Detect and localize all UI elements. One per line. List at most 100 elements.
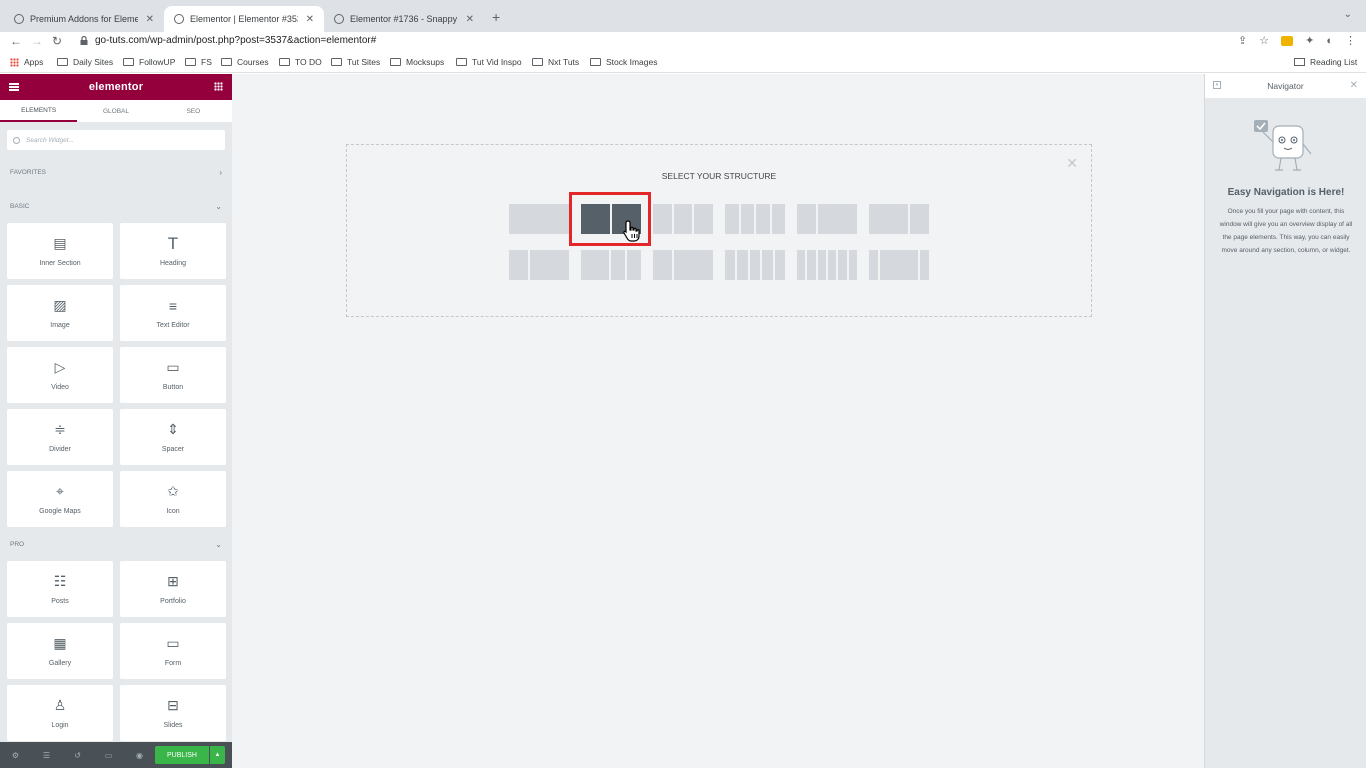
close-icon[interactable]: ✕ xyxy=(1066,155,1078,172)
share-icon[interactable]: ⇪ xyxy=(1238,34,1247,47)
navigator-illustration xyxy=(1254,120,1312,171)
widget-video[interactable]: ▷ Video xyxy=(7,347,113,403)
widget-inner-section[interactable]: ▤ Inner Section xyxy=(7,223,113,279)
structure-preset-6col[interactable] xyxy=(797,250,857,280)
structure-preset-25-50-25[interactable] xyxy=(653,250,713,280)
widget-portfolio[interactable]: ⊞ Portfolio xyxy=(120,561,226,617)
widget-login[interactable]: ♙ Login xyxy=(7,685,113,741)
search-widget-input[interactable]: Search Widget... xyxy=(7,130,225,150)
structure-preset-3col[interactable] xyxy=(653,204,714,234)
tab-title: Premium Addons for Elementor xyxy=(30,14,138,24)
widget-divider[interactable]: ≑ Divider xyxy=(7,409,113,465)
url-field[interactable]: go-tuts.com/wp-admin/post.php?post=3537&… xyxy=(95,35,376,46)
reload-icon[interactable]: ↻ xyxy=(52,34,62,48)
chevron-down-icon: ⌄ xyxy=(215,539,222,549)
browser-tab[interactable]: Elementor #1736 - Snappy Spo ✕ xyxy=(324,6,484,32)
widgets-grid-icon[interactable] xyxy=(214,82,223,91)
video-icon: ▷ xyxy=(54,359,66,375)
structure-preset-16-66-16[interactable] xyxy=(869,250,929,280)
widget-google-maps[interactable]: ⌖ Google Maps xyxy=(7,471,113,527)
close-tab-icon[interactable]: ✕ xyxy=(306,14,314,25)
widget-form[interactable]: ▭ Form xyxy=(120,623,226,679)
lock-icon xyxy=(80,36,88,45)
chevron-down-icon: ⌄ xyxy=(215,201,222,211)
reading-list[interactable]: Reading List xyxy=(1294,57,1357,67)
globe-icon xyxy=(14,14,24,24)
widget-spacer[interactable]: ⇕ Spacer xyxy=(120,409,226,465)
structure-preset-33-66[interactable] xyxy=(797,204,857,234)
folder-icon xyxy=(331,58,342,66)
folder-icon xyxy=(185,58,196,66)
browser-tab[interactable]: Premium Addons for Elementor ✕ xyxy=(4,6,164,32)
browser-menu-icon[interactable]: ⋮ xyxy=(1345,34,1356,47)
widget-text-editor[interactable]: ≡ Text Editor xyxy=(120,285,226,341)
widget-heading[interactable]: T Heading xyxy=(120,223,226,279)
history-icon[interactable]: ↺ xyxy=(62,751,93,760)
profile-icon[interactable]: ◐ xyxy=(1326,35,1333,47)
bookmark-star-icon[interactable]: ☆ xyxy=(1259,34,1269,47)
structure-title: SELECT YOUR STRUCTURE xyxy=(661,171,777,181)
structure-preset-66-33[interactable] xyxy=(869,204,929,234)
bookmark-folder[interactable]: Daily Sites xyxy=(57,57,113,67)
widget-slides[interactable]: ⊟ Slides xyxy=(120,685,226,741)
widget-gallery[interactable]: ▦ Gallery xyxy=(7,623,113,679)
bookmark-folder[interactable]: Stock Images xyxy=(590,57,658,67)
responsive-mode-icon[interactable]: ▭ xyxy=(93,751,124,760)
publish-button[interactable]: PUBLISH xyxy=(155,746,209,764)
tab-title: Elementor #1736 - Snappy Spo xyxy=(350,14,458,24)
new-tab-button[interactable]: + xyxy=(492,9,500,25)
widget-posts[interactable]: ☷ Posts xyxy=(7,561,113,617)
bookmark-folder[interactable]: TO DO xyxy=(279,57,322,67)
category-favorites[interactable]: FAVORITES › xyxy=(0,155,232,189)
bookmark-folder[interactable]: Tut Sites xyxy=(331,57,380,67)
panel-header: elementor xyxy=(0,74,232,100)
back-arrow-icon[interactable]: ← xyxy=(10,34,22,48)
apps-grid-icon xyxy=(10,57,19,67)
browser-tab-bar: Premium Addons for Elementor ✕ Elementor… xyxy=(0,0,1366,32)
close-tab-icon[interactable]: ✕ xyxy=(146,14,154,25)
widget-image[interactable]: ▨ Image xyxy=(7,285,113,341)
browser-tab-active[interactable]: Elementor | Elementor #3537 ✕ xyxy=(164,6,324,32)
tab-search-chevron-icon[interactable]: ⌄ xyxy=(1344,9,1352,20)
publish-options-caret-icon[interactable]: ▲ xyxy=(210,746,225,764)
close-tab-icon[interactable]: ✕ xyxy=(466,14,474,25)
chevron-right-icon: › xyxy=(219,167,222,177)
slides-icon: ⊟ xyxy=(167,697,179,713)
structure-preset-25-25-50[interactable] xyxy=(509,250,569,280)
folder-icon xyxy=(57,58,68,66)
structure-preset-5col[interactable] xyxy=(725,250,786,280)
collapse-all-icon[interactable]: ▾ xyxy=(1213,81,1221,89)
divider-icon: ≑ xyxy=(54,421,66,437)
elementor-logo: elementor xyxy=(88,81,144,93)
bookmark-apps[interactable]: Apps xyxy=(10,57,43,67)
bookmark-folder[interactable]: Mocksups xyxy=(390,57,444,67)
tab-elements[interactable]: ELEMENTS xyxy=(0,100,78,122)
structure-preset-50-25-25[interactable] xyxy=(581,250,641,280)
hamburger-menu-icon[interactable] xyxy=(9,83,19,91)
extensions-puzzle-icon[interactable]: ✦ xyxy=(1305,34,1314,47)
structure-preset-4col[interactable] xyxy=(725,204,785,234)
tab-seo[interactable]: SEO xyxy=(155,100,232,122)
text-editor-icon: ≡ xyxy=(168,297,178,314)
tab-global[interactable]: GLOBAL xyxy=(77,100,154,122)
widget-button[interactable]: ▭ Button xyxy=(120,347,226,403)
preview-eye-icon[interactable]: ◉ xyxy=(124,751,155,760)
bookmarks-bar: Apps Daily Sites FollowUP FS Courses TO … xyxy=(0,52,1366,73)
navigator-layers-icon[interactable]: ☰ xyxy=(31,751,62,760)
bookmark-folder[interactable]: Tut Vid Inspo xyxy=(456,57,522,67)
bookmark-folder[interactable]: Nxt Tuts xyxy=(532,57,579,67)
extension-icon[interactable] xyxy=(1281,35,1294,46)
bookmark-folder[interactable]: FS xyxy=(185,57,212,67)
folder-icon xyxy=(532,58,543,66)
category-basic[interactable]: BASIC ⌄ xyxy=(0,189,232,223)
bookmark-folder[interactable]: Courses xyxy=(221,57,269,67)
forward-arrow-icon[interactable]: → xyxy=(31,34,43,48)
structure-preset-1col[interactable] xyxy=(509,204,569,234)
pro-widgets-grid: ☷ Posts ⊞ Portfolio ▦ Gallery ▭ Form ♙ L… xyxy=(0,561,232,741)
close-icon[interactable]: ✕ xyxy=(1350,80,1358,91)
navigator-panel: ▾ Navigator ✕ Easy Navigation is Here! O… xyxy=(1204,74,1366,768)
category-pro[interactable]: PRO ⌄ xyxy=(0,527,232,561)
bookmark-folder[interactable]: FollowUP xyxy=(123,57,175,67)
settings-gear-icon[interactable]: ⚙ xyxy=(0,751,31,760)
widget-icon[interactable]: ✩ Icon xyxy=(120,471,226,527)
